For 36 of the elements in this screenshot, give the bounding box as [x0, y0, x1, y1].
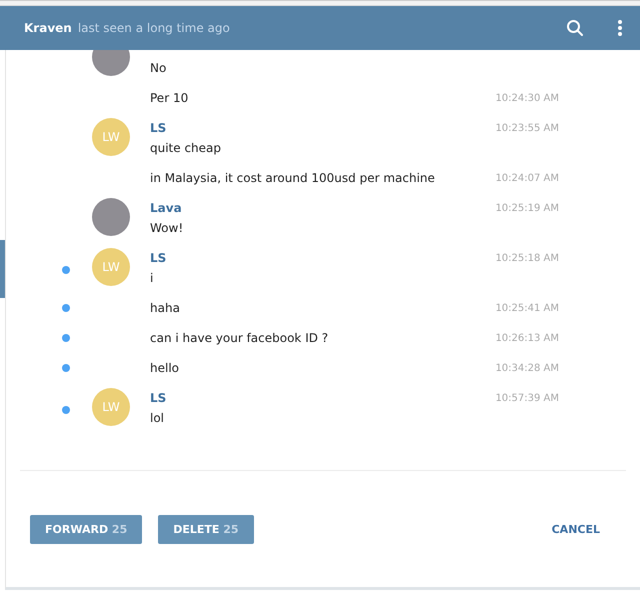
message-time: 10:25:18 AM — [495, 252, 559, 264]
menu-icon[interactable] — [618, 20, 622, 36]
message-time: 10:24:07 AM — [495, 172, 559, 184]
message-text: in Malaysia, it cost around 100usd per machine — [150, 171, 435, 185]
message-text: quite cheap — [150, 141, 222, 155]
sender-name[interactable]: LS — [150, 121, 166, 135]
contact-status: last seen a long time ago — [78, 21, 230, 35]
action-button[interactable]: FORWARD 25 — [30, 515, 142, 544]
selected-dot[interactable] — [62, 334, 70, 342]
message-time: 10:26:13 AM — [495, 332, 559, 344]
message-text: can i have your facebook ID ? — [150, 331, 328, 345]
message-time: 10:25:41 AM — [495, 302, 559, 314]
search-icon[interactable] — [566, 19, 584, 37]
selected-dot[interactable] — [62, 266, 70, 274]
message-text: i — [150, 271, 154, 285]
message-time: 10:57:39 AM — [495, 392, 559, 404]
message-time: 10:25:19 AM — [495, 202, 559, 214]
message-text: Wow! — [150, 221, 184, 235]
message-text: haha — [150, 301, 180, 315]
message-time: 10:34:28 AM — [495, 362, 559, 374]
selected-dot[interactable] — [62, 406, 70, 414]
sender-name[interactable]: Lava — [150, 201, 182, 215]
sender-name[interactable]: LS — [150, 251, 166, 265]
contact-name[interactable]: Kraven — [24, 21, 72, 35]
sender-name[interactable]: LS — [150, 391, 166, 405]
selected-dot[interactable] — [62, 304, 70, 312]
selected-dot[interactable] — [62, 364, 70, 372]
message-text: No — [150, 61, 166, 75]
message-time: 10:24:30 AM — [495, 92, 559, 104]
action-button[interactable]: DELETE 25 — [158, 515, 254, 544]
avatar-photo-placeholder[interactable] — [92, 198, 130, 236]
message-text: lol — [150, 411, 164, 425]
message-text: hello — [150, 361, 179, 375]
cancel-button[interactable]: CANCEL — [550, 519, 602, 540]
message-text: Per 10 — [150, 91, 188, 105]
message-time: 10:23:55 AM — [495, 122, 559, 134]
